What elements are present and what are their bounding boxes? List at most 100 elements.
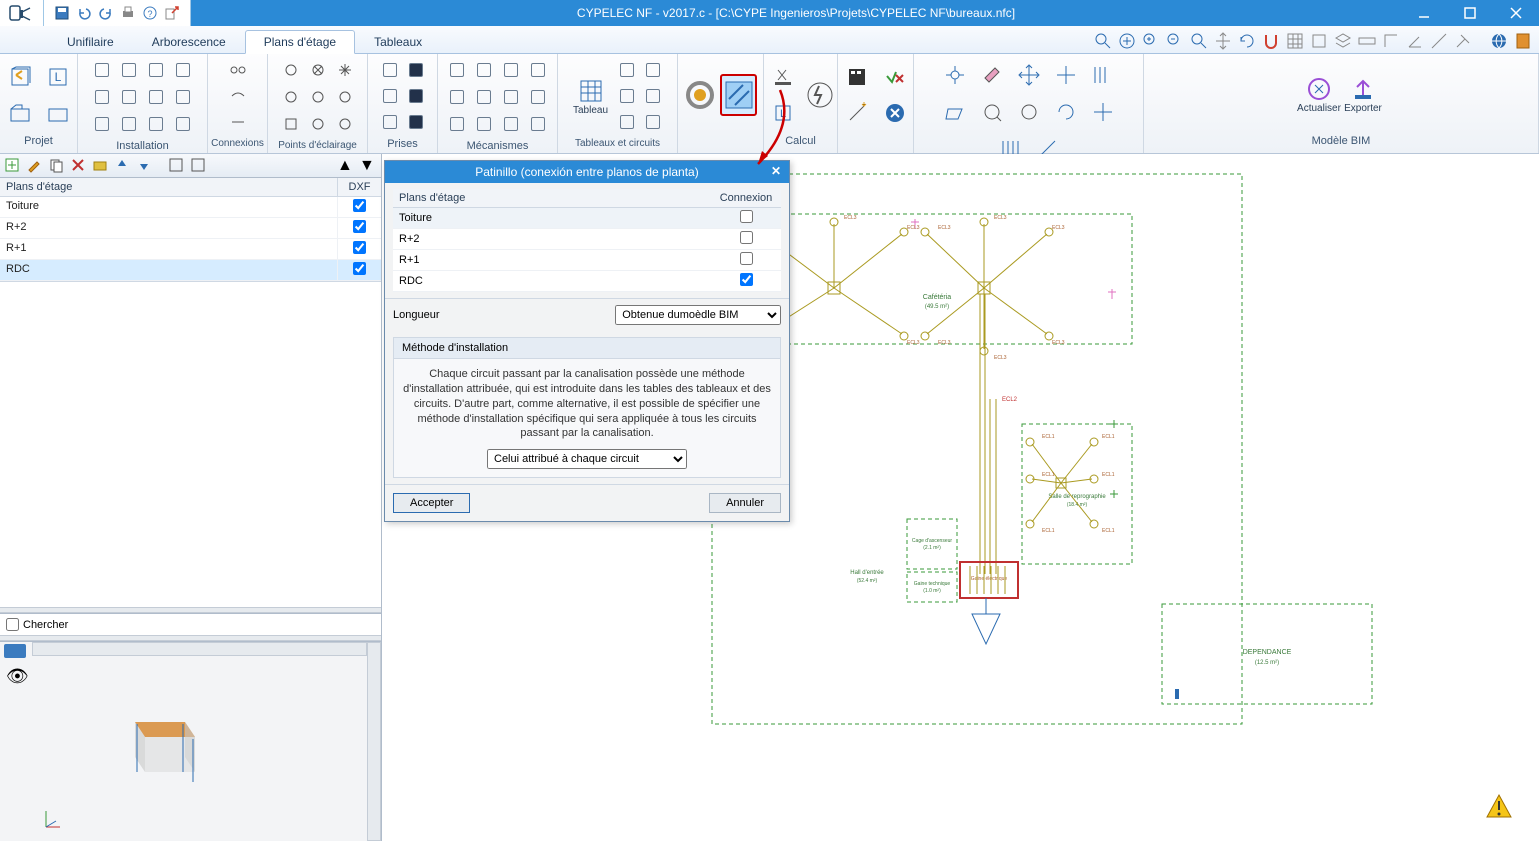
folder-icon[interactable] (92, 157, 110, 175)
edit-move-icon[interactable] (1012, 58, 1046, 92)
tab-arborescence[interactable]: Arborescence (133, 30, 245, 53)
undo-icon[interactable] (76, 5, 92, 21)
install-icon[interactable] (117, 112, 141, 136)
refresh-icon[interactable] (1237, 31, 1257, 51)
help-icon[interactable]: ? (142, 5, 158, 21)
up-icon[interactable] (114, 157, 132, 175)
light-icon[interactable] (333, 112, 357, 136)
calcul-icon[interactable] (766, 60, 800, 94)
edit-array-icon[interactable] (1086, 95, 1120, 129)
prise-icon[interactable] (404, 84, 428, 108)
circuit-icon[interactable] (615, 84, 639, 108)
bim-actualiser-button[interactable]: Actualiser (1299, 65, 1339, 125)
delete-icon[interactable] (70, 157, 88, 175)
install-icon[interactable] (171, 85, 195, 109)
dxf-checkbox[interactable] (353, 199, 366, 212)
zoom-window-icon[interactable] (1093, 31, 1113, 51)
prise-icon[interactable] (404, 58, 428, 82)
light-icon[interactable] (279, 112, 303, 136)
light-icon[interactable] (333, 85, 357, 109)
add-icon[interactable] (4, 157, 22, 175)
install-icon[interactable] (144, 112, 168, 136)
calcul-bolt-icon[interactable] (804, 75, 836, 115)
down-icon[interactable] (136, 157, 154, 175)
project-folder-icon[interactable] (41, 96, 75, 130)
dialog-close-button[interactable]: ✕ (771, 164, 781, 178)
circuit-icon[interactable] (641, 84, 665, 108)
maximize-button[interactable] (1447, 0, 1493, 26)
mech-icon[interactable] (445, 58, 469, 82)
dxf-checkbox[interactable] (353, 262, 366, 275)
mech-icon[interactable] (472, 85, 496, 109)
dxf-checkbox[interactable] (353, 220, 366, 233)
table-row[interactable]: Toiture (393, 208, 781, 229)
circuit-icon[interactable] (615, 110, 639, 134)
conn-icon[interactable] (226, 58, 250, 82)
scrollbar-h[interactable] (32, 642, 367, 656)
cancel-button[interactable]: Annuler (709, 493, 781, 513)
layers-icon[interactable] (1333, 31, 1353, 51)
export-icon[interactable] (164, 5, 180, 21)
grid-icon[interactable] (1285, 31, 1305, 51)
eye-icon[interactable]: 👁 (6, 666, 29, 687)
light-icon[interactable] (279, 85, 303, 109)
conn-checkbox[interactable] (740, 231, 753, 244)
light-icon[interactable] (306, 112, 330, 136)
method-select[interactable]: Celui attribué à chaque circuit (487, 449, 687, 469)
collapse-down-icon[interactable]: ▼ (359, 157, 377, 175)
edit-erase-icon[interactable] (975, 58, 1009, 92)
conn-checkbox[interactable] (740, 273, 753, 286)
light-icon[interactable] (306, 58, 330, 82)
calc-x-icon[interactable] (878, 96, 912, 130)
mech-icon[interactable] (526, 58, 550, 82)
mech-icon[interactable] (472, 112, 496, 136)
table-row[interactable]: R+2 (393, 229, 781, 250)
install-icon[interactable] (90, 112, 114, 136)
project-levels-icon[interactable]: L (41, 60, 75, 94)
pan-icon[interactable] (1213, 31, 1233, 51)
project-new-icon[interactable] (3, 60, 37, 94)
dxf-checkbox[interactable] (353, 241, 366, 254)
snap-icon[interactable] (1309, 31, 1329, 51)
conn-checkbox[interactable] (740, 252, 753, 265)
accept-button[interactable]: Accepter (393, 493, 470, 513)
mech-icon[interactable] (526, 112, 550, 136)
calcul-levels-icon[interactable]: L (766, 96, 800, 130)
tab-unifilaire[interactable]: Unifilaire (48, 30, 133, 53)
zoom-in-icon[interactable] (1141, 31, 1161, 51)
light-icon[interactable] (306, 85, 330, 109)
edit-rotate-icon[interactable] (938, 95, 972, 129)
minimize-button[interactable] (1401, 0, 1447, 26)
dxf-icon[interactable] (168, 157, 186, 175)
circuit-icon[interactable] (641, 58, 665, 82)
conn-icon[interactable] (226, 84, 250, 108)
book-icon[interactable] (1513, 31, 1533, 51)
tableau-button[interactable]: Tableau (571, 66, 611, 126)
settings-icon[interactable] (1453, 31, 1473, 51)
edit-select-icon[interactable] (975, 95, 1009, 129)
mech-icon[interactable] (526, 85, 550, 109)
edit-mirror-icon[interactable] (1086, 58, 1120, 92)
dialog-title-bar[interactable]: Patinillo (conexión entre planos de plan… (385, 161, 789, 183)
light-icon[interactable] (333, 58, 357, 82)
edit-rot2-icon[interactable] (1049, 95, 1083, 129)
mech-icon[interactable] (445, 85, 469, 109)
install-icon[interactable] (117, 58, 141, 82)
floor-row[interactable]: Toiture (0, 197, 381, 218)
print-icon[interactable] (120, 5, 136, 21)
warning-icon[interactable] (1485, 793, 1513, 819)
floor-row[interactable]: R+1 (0, 239, 381, 260)
install-icon[interactable] (90, 58, 114, 82)
circuit-icon[interactable] (641, 110, 665, 134)
redo-icon[interactable] (98, 5, 114, 21)
zoom-extents-icon[interactable] (1117, 31, 1137, 51)
prise-icon[interactable] (378, 110, 402, 134)
conn-icon[interactable] (226, 110, 250, 134)
tab-tableaux[interactable]: Tableaux (355, 30, 441, 53)
angle-icon[interactable] (1405, 31, 1425, 51)
zoom-out-icon[interactable] (1165, 31, 1185, 51)
magnet-icon[interactable] (1261, 31, 1281, 51)
prise-icon[interactable] (378, 58, 402, 82)
edit-copy-icon[interactable] (1049, 58, 1083, 92)
install-icon[interactable] (117, 85, 141, 109)
